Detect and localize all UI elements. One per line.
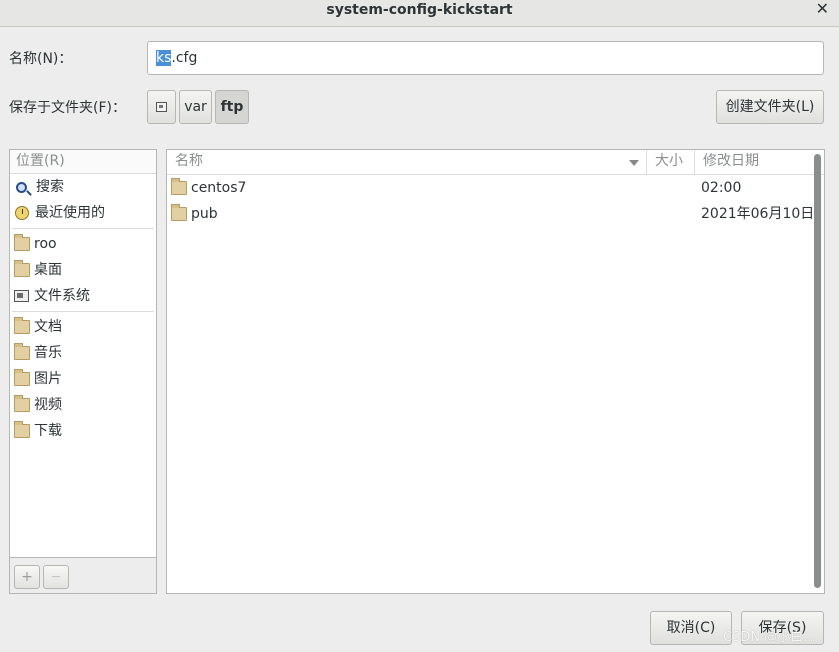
save-in-folder-label: 保存于文件夹(F)：: [9, 100, 126, 116]
places-toolbar: + —: [10, 557, 156, 593]
places-item-music[interactable]: 音乐: [10, 340, 156, 366]
places-item-label: 搜索: [36, 179, 64, 195]
cancel-button[interactable]: 取消(C): [650, 611, 732, 645]
places-item-label: 文档: [34, 319, 62, 335]
column-header-label: 大小: [655, 153, 683, 169]
places-item-recent[interactable]: 最近使用的: [10, 200, 156, 226]
places-item-home[interactable]: roo: [10, 231, 156, 257]
column-header-label: 名称: [175, 153, 203, 169]
path-button-var[interactable]: var: [179, 90, 212, 124]
places-item-label: 视频: [34, 397, 62, 413]
places-item-documents[interactable]: 文档: [10, 314, 156, 340]
places-item-filesystem[interactable]: 文件系统: [10, 283, 156, 309]
filesystem-icon: [14, 290, 29, 302]
videos-folder-icon: [14, 395, 30, 412]
column-header-size[interactable]: 大小: [647, 150, 695, 174]
home-folder-icon: [14, 234, 30, 251]
filename-rest-text: .cfg: [171, 50, 198, 66]
folder-icon: [171, 204, 187, 221]
watermark: CSDN @小白...: [723, 630, 816, 645]
places-item-pictures[interactable]: 图片: [10, 366, 156, 392]
path-root-button[interactable]: [147, 90, 176, 124]
separator: [12, 311, 154, 312]
column-header-label: 修改日期: [703, 153, 759, 169]
places-item-label: 文件系统: [34, 288, 90, 304]
places-item-search[interactable]: 搜索: [10, 174, 156, 200]
places-item-label: 最近使用的: [35, 205, 105, 221]
music-folder-icon: [14, 343, 30, 360]
folder-icon: [171, 178, 187, 195]
places-sidebar: 位置(R) 搜索 最近使用的 roo 桌面 文件系统 文档 音乐 图片 视频 下…: [9, 149, 157, 594]
filename-selected-text: ks: [156, 50, 172, 66]
file-row[interactable]: centos7 02:00: [167, 175, 824, 201]
separator: [12, 228, 154, 229]
places-header: 位置(R): [10, 150, 156, 174]
places-item-downloads[interactable]: 下载: [10, 418, 156, 444]
places-item-label: roo: [34, 236, 57, 252]
vertical-scrollbar[interactable]: [814, 154, 821, 588]
recent-icon: [15, 206, 29, 220]
column-header-modified[interactable]: 修改日期: [695, 150, 811, 174]
places-item-label: 图片: [34, 371, 62, 387]
places-item-desktop[interactable]: 桌面: [10, 257, 156, 283]
file-list-header: 名称 大小 修改日期: [167, 150, 824, 175]
name-label: 名称(N)：: [9, 51, 73, 67]
documents-folder-icon: [14, 317, 30, 334]
places-item-label: 下载: [34, 423, 62, 439]
file-row[interactable]: pub 2021年06月10日: [167, 201, 824, 227]
create-folder-button[interactable]: 创建文件夹(L): [716, 90, 824, 124]
drive-icon: [156, 102, 167, 112]
filename-input[interactable]: ks.cfg: [147, 41, 824, 75]
add-place-button[interactable]: +: [14, 565, 40, 589]
close-icon[interactable]: ✕: [816, 0, 829, 18]
file-modified: 02:00: [701, 180, 742, 196]
path-button-ftp[interactable]: ftp: [215, 90, 249, 124]
file-modified: 2021年06月10日: [701, 206, 815, 222]
file-list: 名称 大小 修改日期 centos7 02:00 pub 2021年06月10日: [166, 149, 825, 594]
window-title: system-config-kickstart: [326, 2, 513, 18]
desktop-folder-icon: [14, 260, 30, 277]
places-item-label: 桌面: [34, 262, 62, 278]
column-header-name[interactable]: 名称: [167, 150, 647, 174]
pictures-folder-icon: [14, 369, 30, 386]
downloads-folder-icon: [14, 421, 30, 438]
sort-descending-icon: [629, 160, 639, 166]
file-name: pub: [191, 206, 218, 222]
search-icon: [16, 181, 27, 193]
remove-place-button[interactable]: —: [43, 565, 69, 589]
title-bar: system-config-kickstart ✕: [0, 0, 839, 27]
places-item-videos[interactable]: 视频: [10, 392, 156, 418]
places-item-label: 音乐: [34, 345, 62, 361]
file-name: centos7: [191, 180, 247, 196]
